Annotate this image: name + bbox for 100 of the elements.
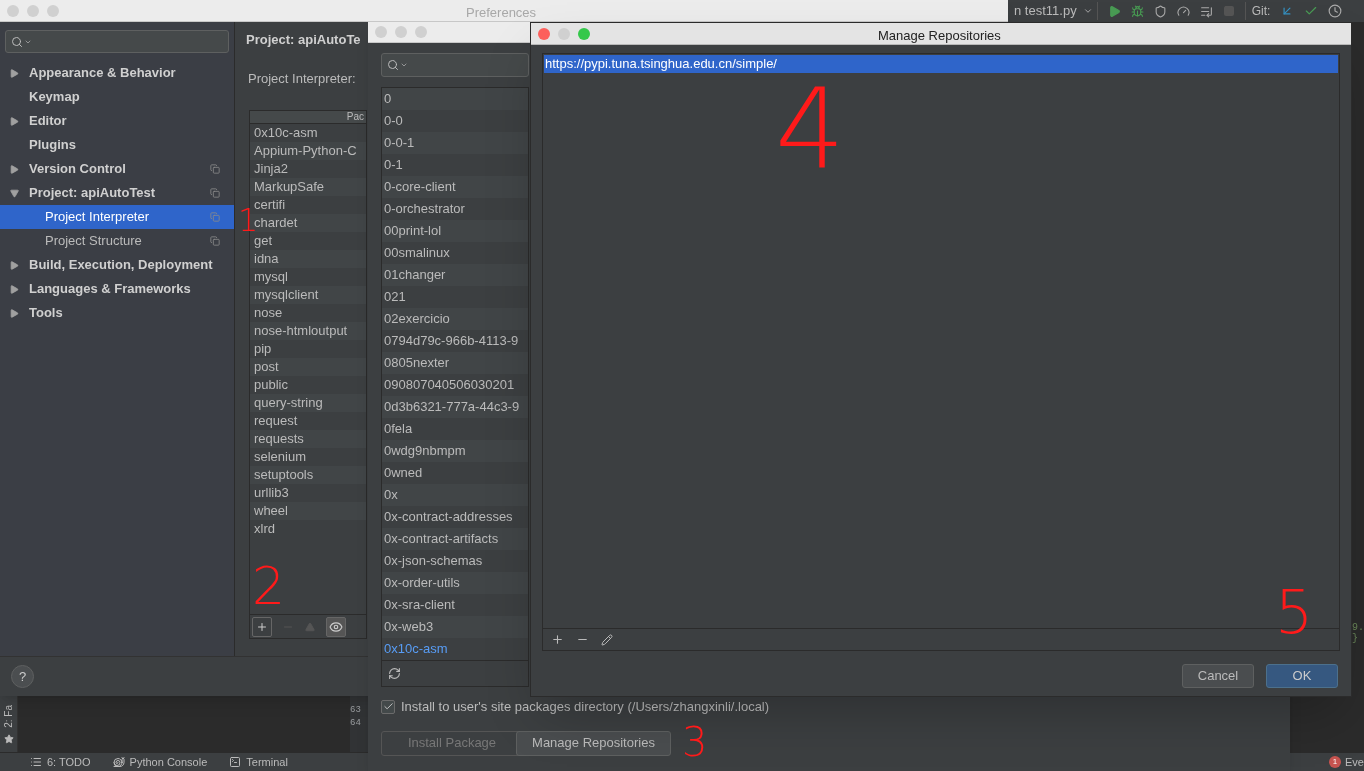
tree-item-label: Keymap	[29, 88, 80, 107]
tree-item[interactable]: Tools	[0, 301, 234, 325]
collapsed-arrow-icon[interactable]	[10, 164, 19, 174]
repository-item[interactable]: https://pypi.tuna.tsinghua.edu.cn/simple/	[544, 55, 1338, 73]
column-header[interactable]: Pac	[346, 111, 364, 123]
table-cell: nose-htmloutput	[250, 322, 366, 340]
handwritten-annotation: 3	[682, 722, 708, 762]
debug-bug-icon[interactable]	[1130, 4, 1144, 18]
tool-window-button[interactable]: 6: TODO	[30, 753, 91, 771]
table-cell: idna	[250, 250, 366, 268]
collapsed-arrow-icon[interactable]	[10, 68, 19, 78]
package-item[interactable]: 0x	[382, 484, 528, 506]
tool-window-button[interactable]: Terminal	[229, 753, 288, 771]
package-item[interactable]: 0d3b6321-777a-44c3-9	[382, 396, 528, 418]
code-fragment: }	[1352, 633, 1359, 644]
search-field[interactable]	[381, 53, 529, 77]
git-label: Git:	[1244, 2, 1271, 20]
notification-badge: 1	[1329, 756, 1342, 768]
tree-item-label: Appearance & Behavior	[29, 64, 176, 83]
table-cell: MarkupSafe	[250, 178, 366, 196]
install-option-checkbox[interactable]: Install to user's site packages directory (/Users/zhangxinli/.local)	[381, 697, 1290, 717]
dialog-button[interactable]: Cancel	[1182, 664, 1254, 688]
tree-item[interactable]: Plugins	[0, 133, 234, 157]
window-title: Manage Repositories	[878, 27, 1001, 45]
tree-item-label: Version Control	[29, 160, 126, 179]
table-cell: Appium-Python-C	[250, 142, 366, 160]
add-button[interactable]	[252, 616, 272, 637]
list-icon	[30, 756, 42, 768]
handwritten-annotation: 5	[1275, 582, 1314, 642]
copy-icon	[210, 188, 220, 198]
tree-item-label: Tools	[29, 304, 63, 323]
tree-item-label: Languages & Frameworks	[29, 280, 191, 299]
page-heading: Project: apiAutoTe	[246, 31, 361, 49]
tree-item[interactable]: Build, Execution, Deployment	[0, 253, 234, 277]
package-item[interactable]: 0	[382, 88, 528, 110]
package-item[interactable]: 0-0-1	[382, 132, 528, 154]
dialog-button[interactable]: Manage Repositories	[516, 730, 671, 756]
package-item[interactable]: 02exercicio	[382, 308, 528, 330]
terminal-icon	[229, 756, 242, 768]
tree-item[interactable]: Appearance & Behavior	[0, 61, 234, 85]
close-button[interactable]	[538, 27, 550, 40]
copy-icon	[210, 164, 220, 174]
table-cell: chardet	[250, 214, 366, 232]
tree-item-label: Project Structure	[45, 232, 142, 251]
tree-item[interactable]: Version Control	[0, 157, 234, 181]
table-cell: mysqlclient	[250, 286, 366, 304]
tree-item[interactable]: Project Interpreter	[0, 205, 234, 229]
commit-check-icon[interactable]	[1304, 4, 1319, 18]
tree-item[interactable]: Project: apiAutoTest	[0, 181, 234, 205]
collapsed-arrow-icon[interactable]	[10, 284, 19, 294]
line-number: 64	[350, 717, 362, 730]
collapsed-arrow-icon[interactable]	[10, 308, 19, 318]
package-item[interactable]: 0805nexter	[382, 352, 528, 374]
package-item[interactable]: 0x-web3	[382, 616, 528, 638]
tree-item[interactable]: Editor	[0, 109, 234, 133]
package-item[interactable]: 00print-lol	[382, 220, 528, 242]
code-fragment: 9.	[1352, 622, 1364, 633]
table-cell: requests	[250, 430, 366, 448]
tree-item-label: Project: apiAutoTest	[29, 184, 156, 203]
run-icon[interactable]	[1107, 4, 1121, 18]
package-item[interactable]: 0x-order-utils	[382, 572, 528, 594]
caret-icon	[1082, 6, 1093, 16]
tree-item[interactable]: Project Structure	[0, 229, 234, 253]
zoom-button[interactable]	[578, 27, 590, 40]
star-icon	[3, 734, 14, 744]
tree-item-label: Editor	[29, 112, 67, 131]
tool-window-button[interactable]: Python Console	[112, 753, 208, 771]
collapsed-arrow-icon[interactable]	[10, 116, 19, 126]
copy-icon	[210, 212, 220, 222]
table-cell: setuptools	[250, 466, 366, 484]
table-cell: post	[250, 358, 366, 376]
show-latest-button[interactable]	[326, 616, 346, 637]
package-item[interactable]: 01changer	[382, 264, 528, 286]
checkbox[interactable]	[381, 699, 395, 714]
table-cell: wheel	[250, 502, 366, 520]
help-button[interactable]: ?	[11, 665, 34, 688]
tree-item-label: Build, Execution, Deployment	[29, 256, 213, 275]
run-config-dropdown[interactable]: n test11.py	[1014, 2, 1098, 20]
search-field[interactable]	[5, 30, 229, 53]
handwritten-annotation: 2	[252, 560, 286, 612]
package-item[interactable]: 0wdg9nbmpm	[382, 440, 528, 462]
table-cell: query-string	[250, 394, 366, 412]
edit-button[interactable]	[601, 633, 613, 646]
add-button[interactable]	[551, 633, 564, 646]
tree-item-label: Plugins	[29, 136, 76, 155]
dialog-button[interactable]: OK	[1266, 664, 1338, 688]
search-icon	[387, 59, 399, 71]
handwritten-annotation: 4	[775, 74, 845, 184]
window-title: Preferences	[466, 4, 537, 22]
collapsed-arrow-icon[interactable]	[10, 260, 19, 270]
tree-item[interactable]: Languages & Frameworks	[0, 277, 234, 301]
interpreter-label: Project Interpreter:	[248, 69, 356, 88]
history-icon[interactable]	[1328, 4, 1343, 18]
tree-item[interactable]: Keymap	[0, 85, 234, 109]
caret-icon	[400, 61, 408, 69]
package-item[interactable]: 0-core-client	[382, 176, 528, 198]
event-log-button[interactable]: 1 Eve	[1329, 753, 1364, 771]
package-item[interactable]: 0x-contract-artifacts	[382, 528, 528, 550]
expanded-arrow-icon[interactable]	[10, 188, 19, 198]
refresh-icon[interactable]	[388, 667, 401, 680]
